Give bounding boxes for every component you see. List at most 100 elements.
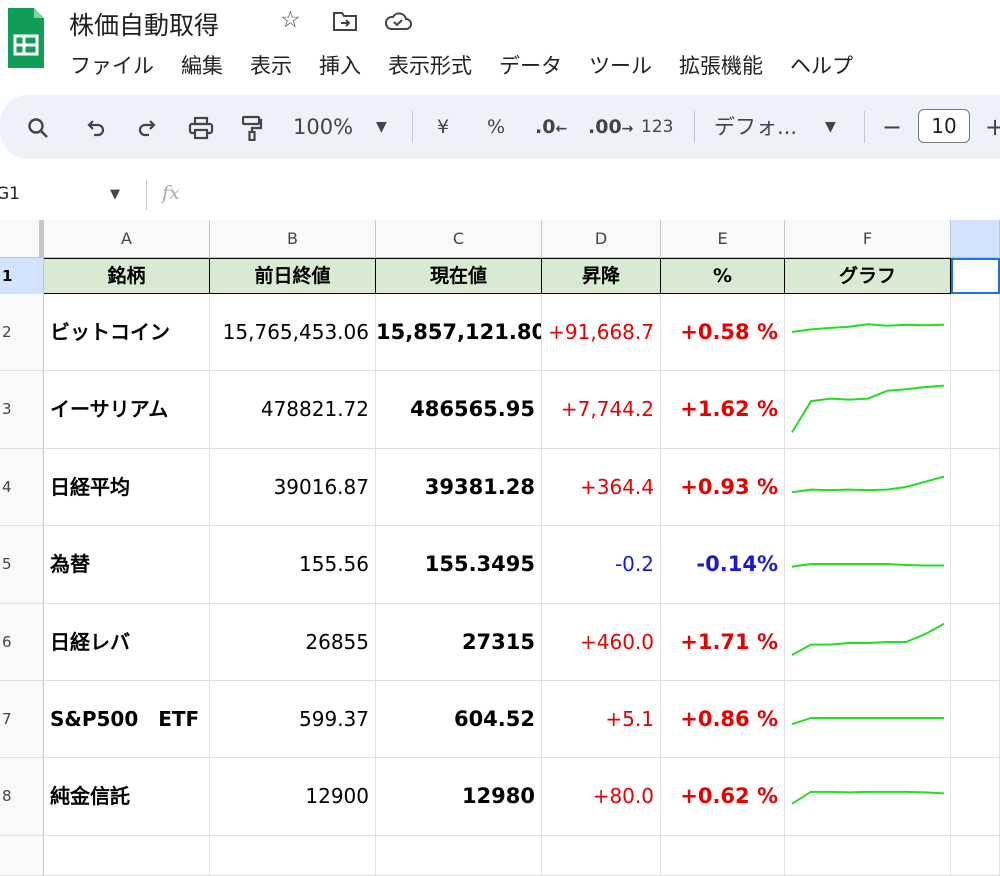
- change-cell[interactable]: +364.4: [542, 448, 661, 527]
- sparkline-cell[interactable]: [785, 758, 951, 836]
- empty-cell[interactable]: [661, 835, 785, 876]
- percent-change-cell[interactable]: +1.62 %: [661, 371, 785, 449]
- font-size-input[interactable]: 10: [918, 109, 970, 143]
- percent-change-cell[interactable]: +0.58 %: [661, 294, 785, 372]
- change-cell[interactable]: +7,744.2: [542, 371, 661, 449]
- empty-cell[interactable]: [951, 294, 1000, 372]
- column-header-f[interactable]: F: [785, 220, 951, 258]
- sheets-logo-icon[interactable]: [6, 6, 46, 70]
- menu-view[interactable]: 表示: [250, 50, 292, 80]
- change-cell[interactable]: +5.1: [542, 681, 661, 759]
- menu-data[interactable]: データ: [499, 50, 562, 80]
- column-header-g[interactable]: [951, 220, 1000, 258]
- percent-change-cell[interactable]: -0.14%: [661, 526, 785, 604]
- ticker-name-cell[interactable]: S&P500 ETF: [44, 681, 210, 759]
- row-header[interactable]: 3: [0, 371, 44, 449]
- sparkline-cell[interactable]: [785, 448, 951, 527]
- column-header-a[interactable]: A: [44, 220, 210, 258]
- percent-change-cell[interactable]: +0.93 %: [661, 448, 785, 527]
- current-price-cell[interactable]: 12980: [376, 758, 542, 836]
- percent-change-cell[interactable]: +0.62 %: [661, 758, 785, 836]
- menu-extensions[interactable]: 拡張機能: [679, 50, 763, 80]
- sparkline-cell[interactable]: [785, 603, 951, 681]
- undo-icon[interactable]: [84, 95, 106, 159]
- change-cell[interactable]: +91,668.7: [542, 294, 661, 372]
- ticker-name-cell[interactable]: 為替: [44, 526, 210, 604]
- empty-cell[interactable]: [951, 681, 1000, 759]
- sparkline-cell[interactable]: [785, 526, 951, 604]
- ticker-name-cell[interactable]: 日経レバ: [44, 603, 210, 681]
- font-size-decrease-icon[interactable]: −: [882, 95, 902, 159]
- decrease-decimal-button[interactable]: .0←: [535, 95, 567, 159]
- percent-change-cell[interactable]: +1.71 %: [661, 603, 785, 681]
- prev-close-cell[interactable]: 478821.72: [210, 371, 376, 449]
- sparkline-cell[interactable]: [785, 371, 951, 449]
- empty-cell[interactable]: [210, 835, 376, 876]
- current-price-cell[interactable]: 27315: [376, 603, 542, 681]
- print-icon[interactable]: [188, 95, 214, 159]
- row-header[interactable]: 7: [0, 681, 44, 759]
- menu-edit[interactable]: 編集: [181, 50, 223, 80]
- selected-cell[interactable]: [951, 258, 1000, 294]
- current-price-cell[interactable]: 604.52: [376, 681, 542, 759]
- empty-cell[interactable]: [951, 526, 1000, 604]
- column-header-e[interactable]: E: [661, 220, 785, 258]
- ticker-name-cell[interactable]: ビットコイン: [44, 294, 210, 372]
- current-price-cell[interactable]: 15,857,121.80: [376, 294, 542, 372]
- move-folder-icon[interactable]: [332, 10, 358, 38]
- row-header[interactable]: [0, 835, 44, 876]
- header-cell[interactable]: 昇降: [542, 258, 661, 294]
- change-cell[interactable]: +460.0: [542, 603, 661, 681]
- prev-close-cell[interactable]: 15,765,453.06: [210, 294, 376, 372]
- row-header[interactable]: 1: [0, 258, 44, 294]
- zoom-select[interactable]: 100%: [293, 95, 353, 159]
- cloud-saved-icon[interactable]: [384, 10, 412, 38]
- empty-cell[interactable]: [951, 603, 1000, 681]
- chevron-down-icon[interactable]: ▼: [825, 95, 836, 159]
- chevron-down-icon[interactable]: ▼: [376, 95, 387, 159]
- row-header[interactable]: 8: [0, 758, 44, 836]
- sparkline-cell[interactable]: [785, 681, 951, 759]
- select-all-corner[interactable]: [0, 220, 44, 258]
- menu-help[interactable]: ヘルプ: [790, 50, 853, 80]
- row-header[interactable]: 2: [0, 294, 44, 372]
- search-icon[interactable]: [26, 95, 50, 159]
- row-header[interactable]: 4: [0, 448, 44, 527]
- ticker-name-cell[interactable]: 日経平均: [44, 448, 210, 527]
- increase-decimal-button[interactable]: .00→: [588, 95, 633, 159]
- header-cell[interactable]: 銘柄: [44, 258, 210, 294]
- empty-cell[interactable]: [951, 371, 1000, 449]
- header-cell[interactable]: 前日終値: [210, 258, 376, 294]
- empty-cell[interactable]: [542, 835, 661, 876]
- header-cell[interactable]: グラフ: [785, 258, 951, 294]
- ticker-name-cell[interactable]: イーサリアム: [44, 371, 210, 449]
- menu-file[interactable]: ファイル: [70, 50, 154, 80]
- change-cell[interactable]: -0.2: [542, 526, 661, 604]
- current-price-cell[interactable]: 486565.95: [376, 371, 542, 449]
- current-price-cell[interactable]: 39381.28: [376, 448, 542, 527]
- prev-close-cell[interactable]: 599.37: [210, 681, 376, 759]
- row-header[interactable]: 5: [0, 526, 44, 604]
- empty-cell[interactable]: [951, 758, 1000, 836]
- empty-cell[interactable]: [44, 835, 210, 876]
- column-header-d[interactable]: D: [542, 220, 661, 258]
- empty-cell[interactable]: [951, 448, 1000, 527]
- document-title[interactable]: 株価自動取得: [69, 6, 219, 42]
- empty-cell[interactable]: [951, 835, 1000, 876]
- column-header-b[interactable]: B: [210, 220, 376, 258]
- percent-format-button[interactable]: %: [487, 95, 505, 159]
- column-header-c[interactable]: C: [376, 220, 542, 258]
- sparkline-cell[interactable]: [785, 294, 951, 372]
- prev-close-cell[interactable]: 39016.87: [210, 448, 376, 527]
- change-cell[interactable]: +80.0: [542, 758, 661, 836]
- prev-close-cell[interactable]: 26855: [210, 603, 376, 681]
- number-format-button[interactable]: 123: [641, 95, 673, 159]
- name-box[interactable]: G1: [0, 184, 20, 204]
- currency-format-button[interactable]: ¥: [437, 95, 449, 159]
- prev-close-cell[interactable]: 155.56: [210, 526, 376, 604]
- chevron-down-icon[interactable]: ▼: [110, 187, 120, 202]
- empty-cell[interactable]: [785, 835, 951, 876]
- percent-change-cell[interactable]: +0.86 %: [661, 681, 785, 759]
- row-header[interactable]: 6: [0, 603, 44, 681]
- ticker-name-cell[interactable]: 純金信託: [44, 758, 210, 836]
